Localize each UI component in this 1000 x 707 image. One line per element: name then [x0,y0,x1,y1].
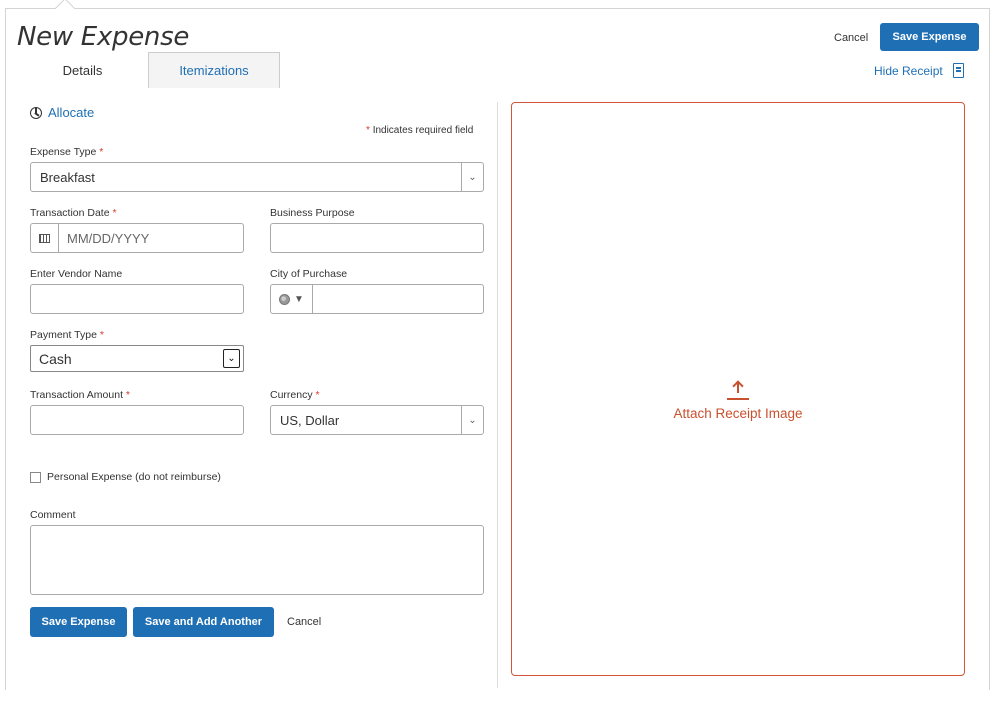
comment-textarea[interactable] [30,525,484,595]
footer-cancel-link[interactable]: Cancel [287,616,321,628]
business-purpose-label: Business Purpose [270,207,355,219]
chevron-down-icon: ⌄ [461,163,483,191]
required-note-text: Indicates required field [372,125,474,136]
city-of-purchase-field[interactable]: ▼ [270,284,484,314]
allocate-link[interactable]: Allocate [30,105,94,120]
upload-icon [727,377,749,401]
currency-label: Currency * [270,389,320,401]
currency-value: US, Dollar [280,412,340,428]
header-cancel-link[interactable]: Cancel [834,32,868,44]
hide-receipt-label: Hide Receipt [874,63,943,78]
expense-type-select[interactable]: Breakfast ⌄ [30,162,484,192]
required-marker: * [366,125,370,136]
receipt-icon [952,63,964,78]
caret-down-icon: ▼ [294,293,304,305]
expense-type-label: Expense Type * [30,146,104,158]
transaction-amount-input[interactable] [30,405,244,435]
footer-save-expense-button[interactable]: Save Expense [30,607,127,637]
globe-icon [279,293,291,305]
allocate-label: Allocate [48,105,95,120]
receipt-dropzone[interactable]: Attach Receipt Image [511,102,965,676]
country-dropdown[interactable]: ▼ [271,285,313,313]
payment-type-label: Payment Type * [30,329,104,341]
attach-receipt-button[interactable]: Attach Receipt Image [512,377,964,421]
comment-label: Comment [30,509,76,521]
transaction-amount-label: Transaction Amount * [30,389,131,401]
business-purpose-input[interactable] [270,223,484,253]
payment-type-value: Cash [39,350,72,367]
pane-divider [497,102,498,688]
vendor-name-input[interactable] [30,284,244,314]
chevron-down-icon: ⌄ [223,349,240,368]
payment-type-select[interactable]: Cash ⌄ [30,345,244,372]
chevron-down-icon: ⌄ [461,406,483,434]
required-field-note: * Indicates required field [366,125,473,136]
save-and-add-another-button[interactable]: Save and Add Another [133,607,274,637]
currency-select[interactable]: US, Dollar ⌄ [270,405,484,435]
header-save-expense-button[interactable]: Save Expense [880,23,979,51]
attach-receipt-label: Attach Receipt Image [673,406,803,421]
expense-type-value: Breakfast [40,169,95,185]
hide-receipt-link[interactable]: Hide Receipt [874,63,964,78]
calendar-icon[interactable] [31,224,59,252]
tab-details[interactable]: Details [17,52,148,88]
transaction-date-label: Transaction Date * [30,207,117,219]
transaction-date-field[interactable]: MM/DD/YYYY [30,223,244,253]
pie-chart-icon [30,106,42,119]
tab-itemizations[interactable]: Itemizations [148,52,280,88]
transaction-date-placeholder: MM/DD/YYYY [67,230,150,246]
page-title: New Expense [17,22,190,52]
city-of-purchase-label: City of Purchase [270,268,348,280]
personal-expense-label: Personal Expense (do not reimburse) [47,471,221,483]
personal-expense-checkbox[interactable] [30,471,41,483]
vendor-name-label: Enter Vendor Name [30,268,123,280]
personal-expense-row: Personal Expense (do not reimburse) [30,471,221,483]
